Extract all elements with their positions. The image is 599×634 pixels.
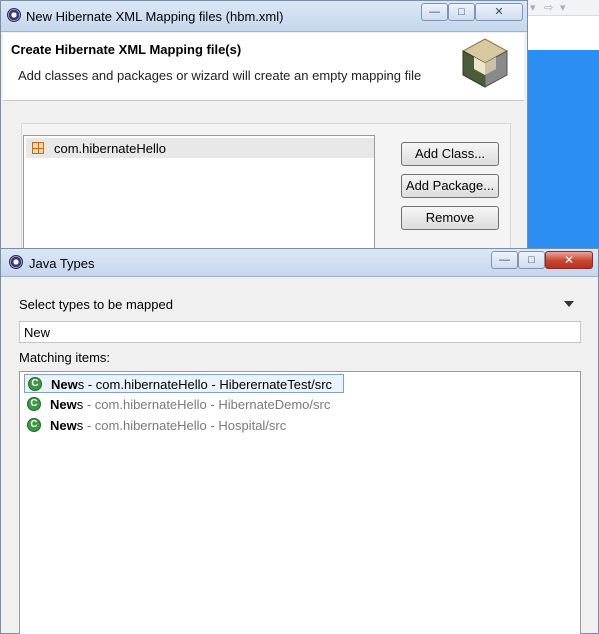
close-button[interactable]: ✕ [545, 251, 593, 269]
add-package-button[interactable]: Add Package... [401, 174, 499, 198]
mapping-items-list[interactable]: com.hibernateHello [23, 135, 375, 251]
hibernate-dialog-titlebar[interactable]: New Hibernate XML Mapping files (hbm.xml… [1, 1, 527, 32]
hibernate-mapping-dialog: New Hibernate XML Mapping files (hbm.xml… [0, 0, 528, 251]
minimize-button[interactable]: — [491, 251, 518, 269]
hibernate-logo-icon [461, 38, 509, 88]
java-types-title: Java Types [29, 256, 95, 271]
matching-items-label: Matching items: [19, 350, 111, 365]
ide-editor-area [528, 16, 599, 50]
forward-arrow-icon[interactable]: ⇨ [544, 1, 553, 14]
list-item[interactable]: C News - com.hibernateHello - Hospital/s… [24, 416, 344, 435]
eclipse-icon [7, 8, 21, 22]
list-item[interactable]: C News - com.hibernateHello - HibernateD… [24, 395, 344, 414]
hibernate-dialog-title: New Hibernate XML Mapping files (hbm.xml… [26, 9, 284, 24]
dropdown-arrow-icon[interactable]: ▾ [530, 1, 536, 14]
list-item-label: com.hibernateHello [54, 141, 167, 156]
list-item-label: News - com.hibernateHello - Hospital/src [50, 418, 287, 433]
maximize-button[interactable]: □ [518, 251, 545, 269]
list-item[interactable]: C News - com.hibernateHello - Hiberernat… [24, 374, 344, 393]
java-types-titlebar[interactable]: Java Types — □ ✕ [1, 249, 598, 277]
class-icon: C [28, 377, 42, 391]
type-filter-input[interactable] [19, 321, 581, 343]
dropdown-arrow-icon[interactable]: ▾ [560, 1, 566, 14]
ide-panel [528, 50, 599, 248]
add-class-button[interactable]: Add Class... [401, 142, 499, 166]
class-icon: C [27, 418, 41, 432]
minimize-button[interactable]: — [421, 3, 448, 21]
view-menu-chevron-down-icon[interactable] [564, 301, 574, 307]
list-item-label: News - com.hibernateHello - HibernateDem… [50, 397, 331, 412]
wizard-description: Add classes and packages or wizard will … [18, 68, 422, 83]
java-types-dialog: Java Types — □ ✕ Select types to be mapp… [0, 248, 599, 634]
package-icon [32, 142, 44, 154]
close-button[interactable]: ✕ [475, 3, 523, 21]
class-icon: C [27, 397, 41, 411]
maximize-button[interactable]: □ [448, 3, 475, 21]
wizard-title: Create Hibernate XML Mapping file(s) [11, 42, 242, 57]
remove-button[interactable]: Remove [401, 206, 499, 230]
list-item[interactable]: com.hibernateHello [26, 138, 374, 158]
wizard-header: Create Hibernate XML Mapping file(s) Add… [3, 33, 524, 101]
select-types-label: Select types to be mapped [19, 297, 173, 312]
list-item-label: News - com.hibernateHello - HiberernateT… [51, 377, 333, 392]
ide-toolbar: ▾ ⇨ ▾ [528, 0, 599, 16]
matching-items-list[interactable]: C News - com.hibernateHello - Hiberernat… [19, 371, 581, 634]
eclipse-icon [9, 255, 23, 269]
